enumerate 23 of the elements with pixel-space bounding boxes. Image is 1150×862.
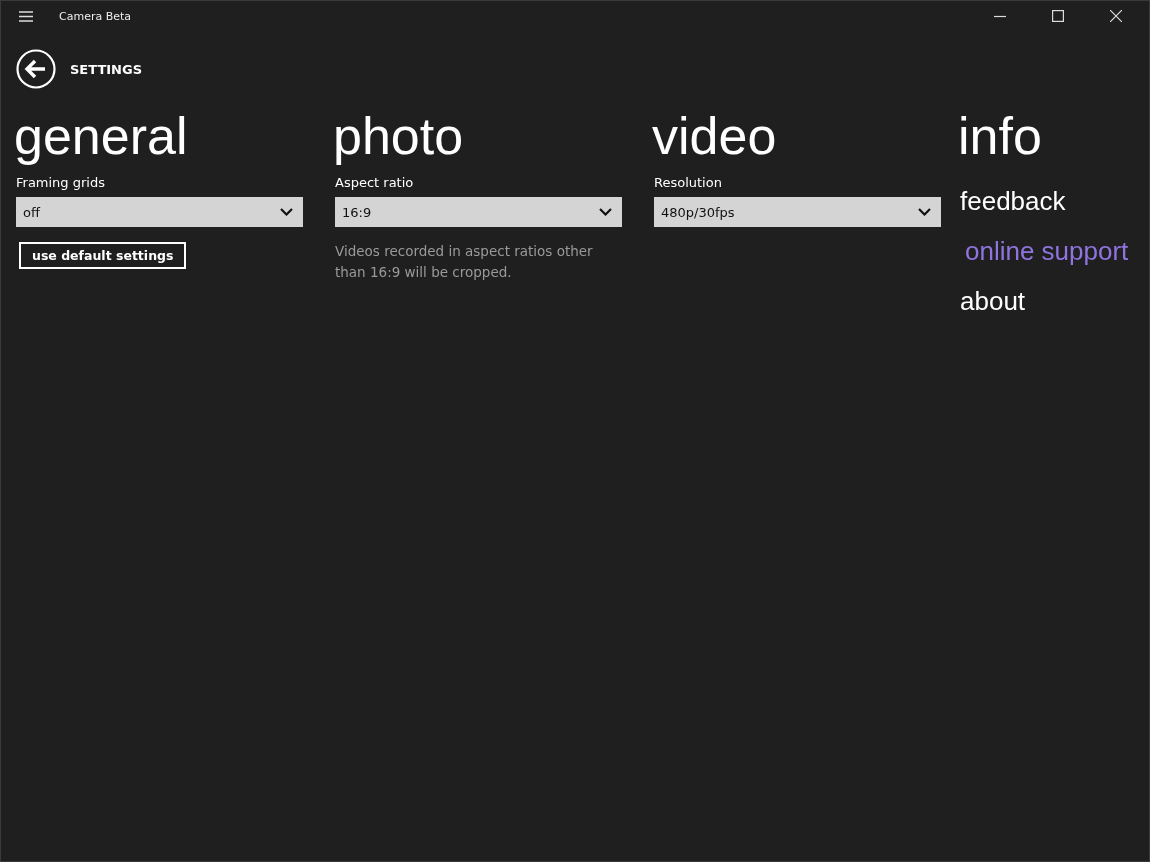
chevron-icon xyxy=(280,208,293,216)
chevron-icon xyxy=(599,208,612,216)
setting-label: Resolution xyxy=(654,175,722,192)
section-heading: photo xyxy=(333,107,464,165)
maximize-icon[interactable] xyxy=(1052,10,1064,22)
section-heading: general xyxy=(14,107,188,165)
section-heading: video xyxy=(652,107,777,165)
page-title: SETTINGS xyxy=(70,61,143,77)
setting-label: Aspect ratio xyxy=(335,175,414,192)
info-link[interactable]: about xyxy=(960,283,1026,319)
note-text: Videos recorded in aspect ratios other than 16:9 will be cropped. xyxy=(335,242,594,282)
close-icon[interactable] xyxy=(1110,10,1122,22)
menu-icon[interactable] xyxy=(19,10,33,22)
default-settings-button[interactable]: use default settings xyxy=(19,242,187,269)
window-title: Camera Beta xyxy=(59,9,132,23)
info-link[interactable]: online support xyxy=(965,233,1129,269)
section-heading: info xyxy=(958,107,1042,165)
info-link[interactable]: feedback xyxy=(960,183,1066,219)
dropdown[interactable]: 480p/30fps xyxy=(654,197,941,227)
chevron-icon xyxy=(918,208,931,216)
setting-label: Framing grids xyxy=(16,175,105,192)
dropdown[interactable]: off xyxy=(16,197,303,227)
dropdown[interactable]: 16:9 xyxy=(335,197,622,227)
